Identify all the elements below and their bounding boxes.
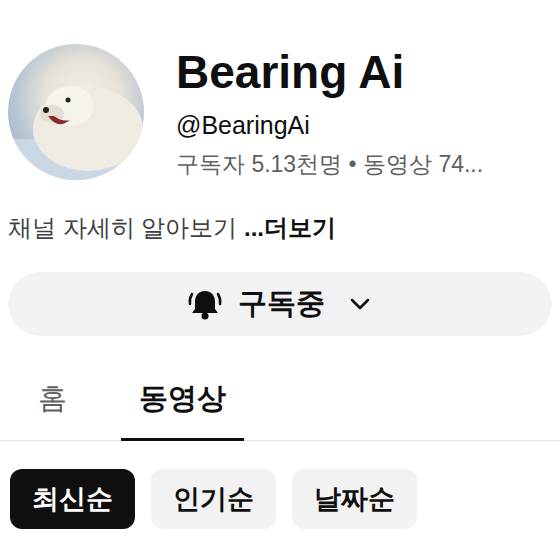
channel-handle: @BearingAi: [176, 108, 483, 142]
channel-info: Bearing Ai @BearingAi 구독자 5.13천명 • 동영상 74.…: [176, 44, 483, 180]
channel-name: Bearing Ai: [176, 44, 483, 100]
channel-tab[interactable]: 홈: [20, 358, 85, 441]
channel-header: Bearing Ai @BearingAi 구독자 5.13천명 • 동영상 74.…: [0, 0, 560, 180]
description-text[interactable]: 채널 자세히 알아보기: [8, 214, 244, 241]
sort-chip[interactable]: 최신순: [10, 469, 135, 529]
subscribe-button[interactable]: 구독중: [8, 272, 552, 336]
channel-description[interactable]: 채널 자세히 알아보기 ...더보기: [0, 180, 560, 244]
more-link[interactable]: ...더보기: [244, 214, 336, 241]
channel-tab[interactable]: 동영상: [121, 358, 244, 441]
channel-avatar[interactable]: [8, 44, 144, 180]
bell-icon[interactable]: [186, 285, 224, 323]
chevron-down-icon[interactable]: [345, 289, 375, 319]
channel-stats: 구독자 5.13천명 • 동영상 74...: [176, 148, 483, 180]
sort-chips: 최신순 인기순 날짜순: [0, 441, 560, 529]
channel-tabs: 홈 동영상: [0, 358, 560, 441]
subscribe-label[interactable]: 구독중: [238, 284, 325, 324]
sort-chip[interactable]: 날짜순: [292, 469, 417, 529]
sort-chip[interactable]: 인기순: [151, 469, 276, 529]
